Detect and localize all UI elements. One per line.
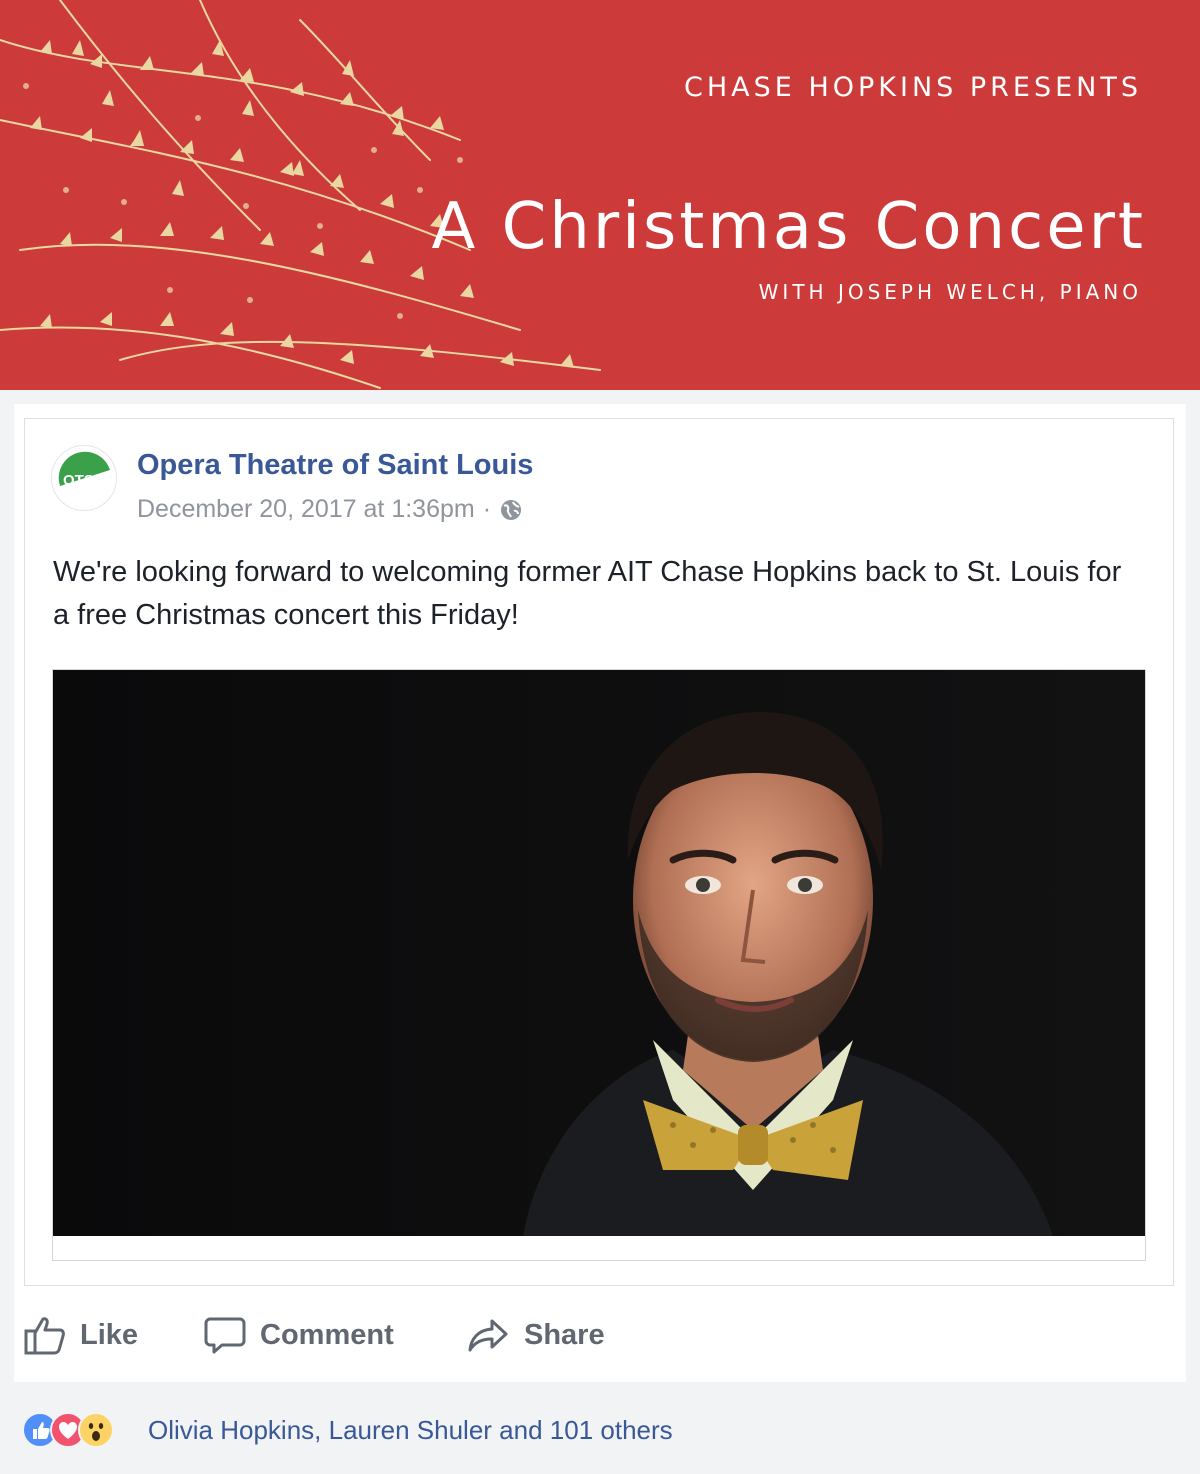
banner-subtitle: WITH JOSEPH WELCH, PIANO xyxy=(758,280,1142,304)
shared-post-card: OTSL Opera Theatre of Saint Louis Decemb… xyxy=(24,418,1174,1286)
share-button[interactable]: Share xyxy=(466,1312,605,1358)
reaction-icons xyxy=(22,1410,142,1450)
meta-separator: · xyxy=(482,495,492,523)
comment-label: Comment xyxy=(260,1318,394,1351)
post-timestamp[interactable]: December 20, 2017 at 1:36pm xyxy=(137,495,475,524)
comment-button[interactable]: Comment xyxy=(204,1312,394,1358)
thumbs-up-icon xyxy=(24,1317,65,1355)
portrait-photo[interactable] xyxy=(53,670,1145,1236)
post-meta: December 20, 2017 at 1:36pm · xyxy=(137,495,523,524)
page-avatar[interactable]: OTSL xyxy=(51,445,117,511)
otsl-logo-icon: OTSL xyxy=(58,451,110,489)
banner-presenter: CHASE HOPKINS PRESENTS xyxy=(684,72,1142,103)
share-arrow-icon xyxy=(468,1319,508,1352)
comment-bubble-icon xyxy=(204,1317,246,1354)
portrait-illustration xyxy=(53,670,1145,1236)
post-container: OTSL Opera Theatre of Saint Louis Decemb… xyxy=(14,404,1186,1382)
share-label: Share xyxy=(524,1318,605,1351)
concert-banner: CHASE HOPKINS PRESENTS A Christmas Conce… xyxy=(0,0,1200,390)
like-button[interactable]: Like xyxy=(24,1312,138,1358)
facebook-post: OTSL Opera Theatre of Saint Louis Decemb… xyxy=(0,390,1200,1474)
avatar-initials: OTSL xyxy=(63,472,103,489)
reactions-summary[interactable]: Olivia Hopkins, Lauren Shuler and 101 ot… xyxy=(22,1410,673,1450)
reactors-names-link[interactable]: Olivia Hopkins, Lauren Shuler and 101 ot… xyxy=(148,1415,673,1446)
banner-title: A Christmas Concert xyxy=(431,190,1146,264)
like-label: Like xyxy=(80,1318,139,1351)
post-body-text: We're looking forward to welcoming forme… xyxy=(53,556,1122,631)
page-name-link[interactable]: Opera Theatre of Saint Louis xyxy=(137,449,533,482)
post-action-bar: Like Comment Share xyxy=(14,1294,1186,1374)
globe-icon[interactable] xyxy=(499,498,523,522)
wow-reaction-icon xyxy=(78,1412,114,1448)
post-photo-frame[interactable] xyxy=(52,669,1146,1261)
